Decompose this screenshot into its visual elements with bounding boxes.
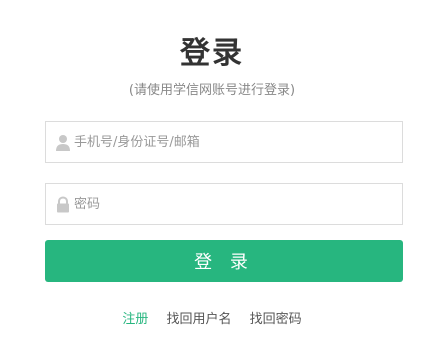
- find-password-link[interactable]: 找回密码: [250, 312, 302, 327]
- login-button[interactable]: 登 录: [45, 240, 403, 282]
- username-input[interactable]: [74, 122, 396, 162]
- password-input[interactable]: [74, 184, 396, 224]
- page-subtitle: (请使用学信网账号进行登录): [128, 83, 296, 98]
- lock-icon: [55, 196, 71, 213]
- page-title: 登录: [180, 36, 244, 71]
- find-username-link[interactable]: 找回用户名: [166, 312, 231, 327]
- username-field[interactable]: [45, 121, 403, 163]
- user-icon: [55, 134, 71, 151]
- register-link[interactable]: 注册: [122, 312, 148, 327]
- password-field[interactable]: [45, 183, 403, 225]
- footer-links: 注册 找回用户名 找回密码: [0, 311, 424, 329]
